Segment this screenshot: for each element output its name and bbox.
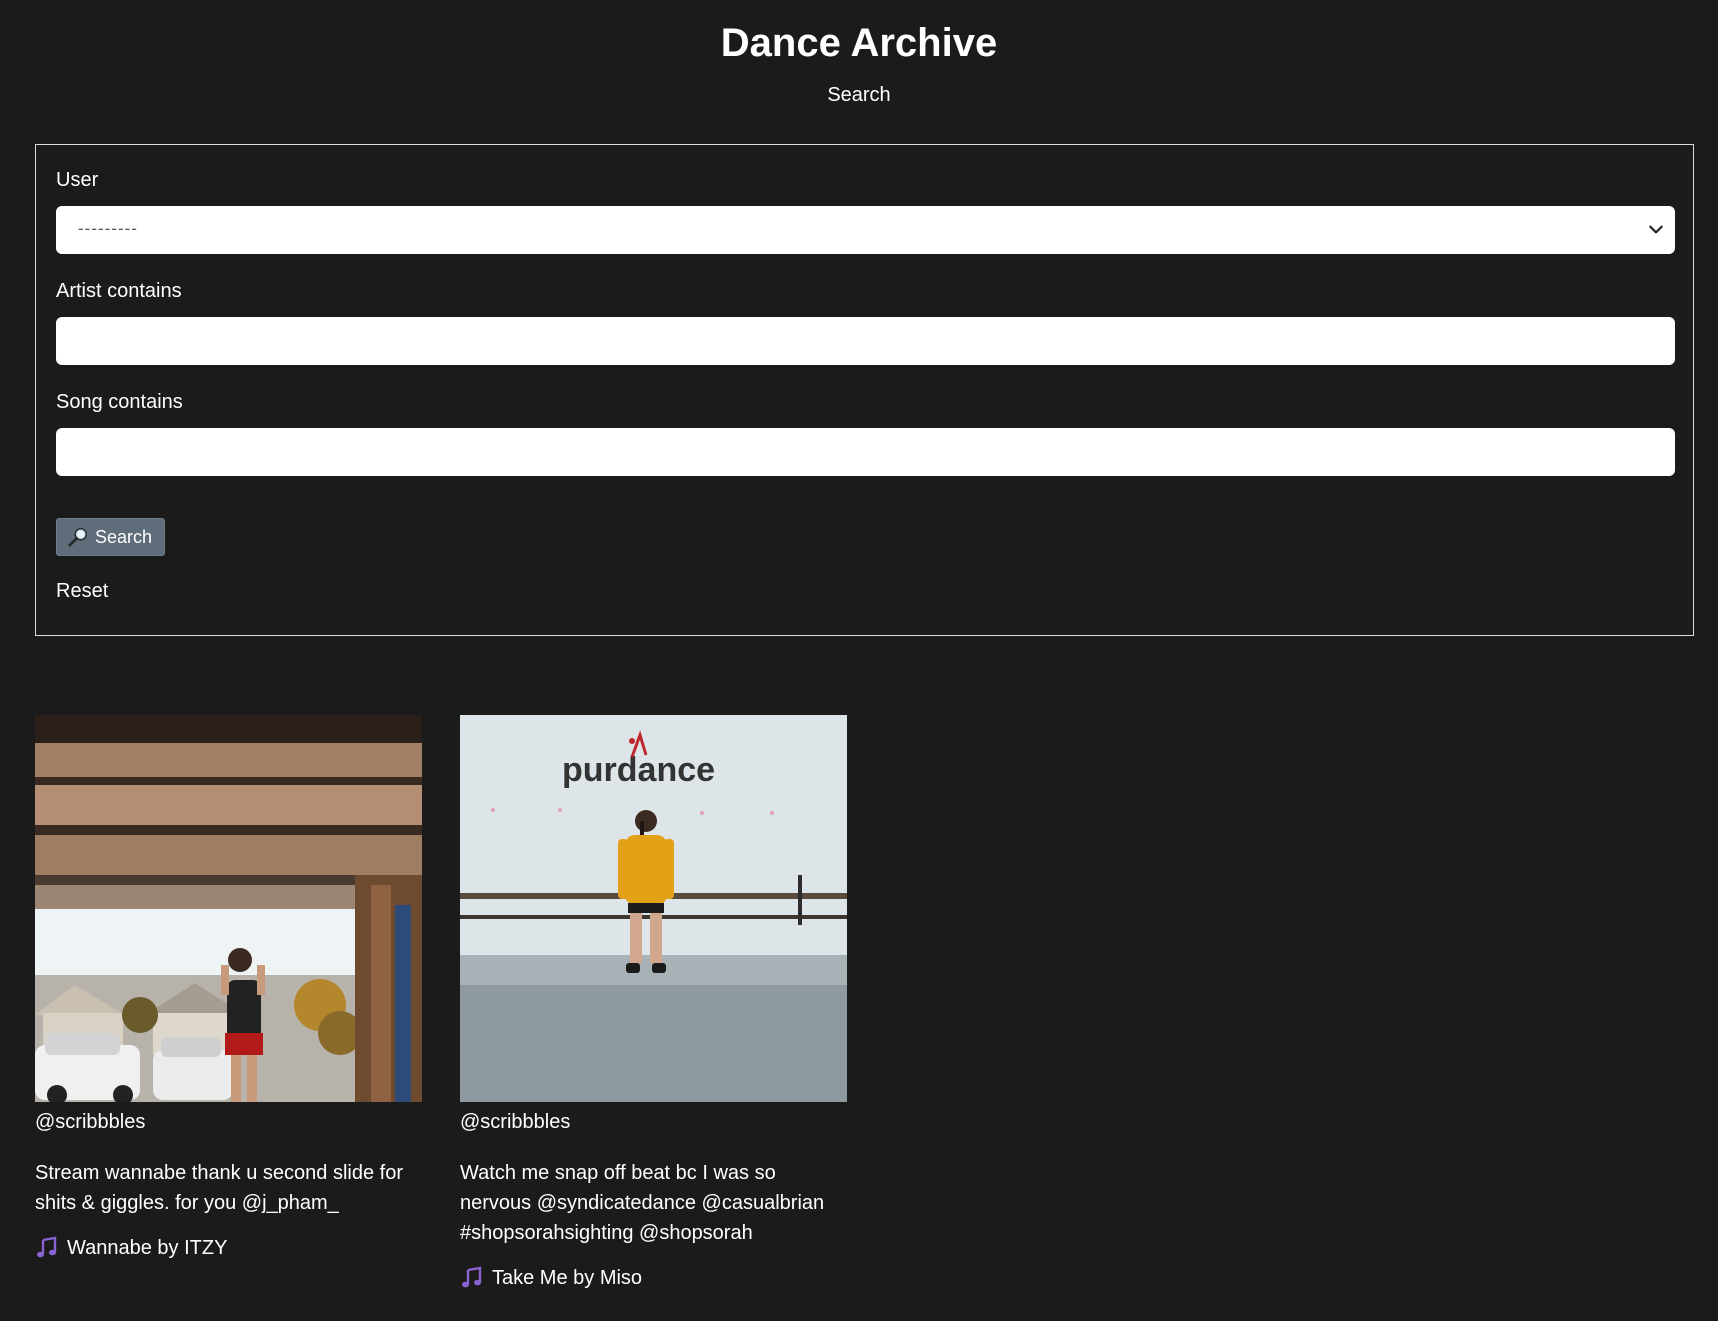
song-title: Wannabe by ITZY [67,1237,228,1259]
site-title: Dance Archive [720,21,998,65]
video-card: @scribbbles Stream wannabe thank u secon… [35,715,422,1262]
video-username[interactable]: @scribbbles [35,1108,422,1136]
video-thumbnail[interactable] [35,715,422,1102]
video-caption: Watch me snap off beat bc I was so nervo… [460,1162,825,1244]
video-thumbnail[interactable]: purdance [460,715,847,1102]
video-song: Take Me by Miso [460,1264,847,1292]
search-button[interactable]: Search [56,518,166,556]
page-header: Dance Archive Search [0,0,1718,107]
user-select-value: --------- [78,219,138,238]
garage-dance-image [35,715,422,1102]
studio-logo: purdance [562,751,715,789]
user-select[interactable]: --------- [56,206,1675,254]
music-note-icon [462,1266,482,1288]
music-note-icon [37,1236,57,1258]
video-username[interactable]: @scribbbles [460,1108,847,1136]
artist-input[interactable] [56,317,1675,365]
magnifier-icon [68,528,87,547]
song-label: Song contains [56,391,183,413]
search-form: User --------- Artist contains Song cont… [35,144,1694,636]
video-song: Wannabe by ITZY [35,1234,422,1262]
user-label: User [56,169,99,191]
video-caption: Stream wannabe thank u second slide for … [35,1162,403,1214]
artist-label: Artist contains [56,280,182,302]
chevron-down-icon [1649,225,1663,234]
search-page-link[interactable]: Search [827,84,890,107]
reset-link[interactable]: Reset [56,580,1673,603]
song-title: Take Me by Miso [492,1267,643,1289]
song-input[interactable] [56,428,1675,476]
studio-dance-image: purdance [460,715,847,1102]
video-card: purdance @scribbbles Watch me snap off b… [460,715,847,1292]
search-button-label: Search [95,526,153,547]
